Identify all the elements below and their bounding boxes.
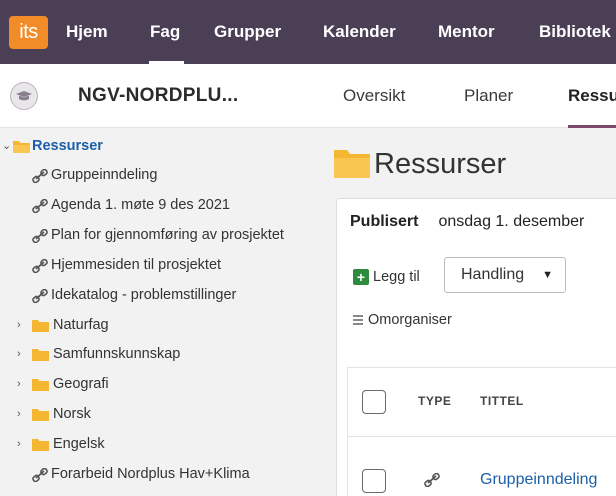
- reorganize-label: Omorganiser: [368, 312, 452, 328]
- chevron-right-icon[interactable]: ›: [17, 342, 27, 366]
- link-icon: [32, 468, 48, 482]
- course-avatar[interactable]: [10, 82, 38, 110]
- tree-item-label: Forarbeid Nordplus Hav+Klima: [51, 466, 250, 482]
- tree-item-label: Gruppeinndeling: [51, 167, 158, 183]
- nav-item-mentor[interactable]: Mentor: [438, 0, 495, 64]
- folder-icon: [334, 150, 370, 178]
- publish-info: Publisert onsdag 1. desember: [350, 213, 584, 231]
- caret-down-icon: ▼: [542, 269, 553, 281]
- tree-item-label: Geografi: [53, 376, 109, 392]
- top-nav: its Hjem Fag Grupper Kalender Mentor Bib…: [0, 0, 616, 64]
- folder-icon: [32, 349, 49, 361]
- tree-item-label: Engelsk: [53, 436, 105, 452]
- course-title[interactable]: NGV-NORDPLU...: [78, 64, 238, 127]
- page: its Hjem Fag Grupper Kalender Mentor Bib…: [0, 0, 616, 496]
- link-icon: [424, 473, 440, 487]
- action-dropdown[interactable]: Handling ▼: [444, 257, 566, 293]
- tab-oversikt[interactable]: Oversikt: [343, 64, 405, 127]
- folder-open-icon: [13, 141, 30, 153]
- column-header-type[interactable]: TYPE: [418, 394, 451, 408]
- resource-tree: ⌄ Ressurser Gruppeinndeling Agenda 1. mø…: [0, 128, 318, 496]
- folder-icon: [32, 409, 49, 421]
- tree-item-label: Agenda 1. møte 9 des 2021: [51, 197, 230, 213]
- row-title-link[interactable]: Gruppeinndeling: [480, 471, 597, 489]
- tree-item-label: Idekatalog - problemstillinger: [51, 287, 237, 303]
- reorganize-button[interactable]: Omorganiser: [353, 312, 452, 328]
- folder-icon: [32, 379, 49, 391]
- page-title: Ressurser: [374, 148, 507, 180]
- link-icon: [32, 289, 48, 303]
- tree-item-label: Norsk: [53, 406, 91, 422]
- main-content: Ressurser Publisert onsdag 1. desember + …: [318, 128, 616, 496]
- tree-item-label: Naturfag: [53, 317, 109, 333]
- select-all-checkbox[interactable]: [362, 390, 386, 414]
- nav-item-bibliotek[interactable]: Bibliotek: [539, 0, 611, 64]
- chevron-right-icon[interactable]: ›: [17, 432, 27, 456]
- action-dropdown-label: Handling: [461, 266, 525, 283]
- add-button-label: Legg til: [373, 269, 420, 285]
- chevron-right-icon[interactable]: ›: [17, 313, 27, 337]
- row-checkbox[interactable]: [362, 469, 386, 493]
- table-header: TYPE TITTEL: [347, 367, 616, 437]
- nav-item-grupper[interactable]: Grupper: [214, 0, 281, 64]
- reorder-icon: [353, 315, 363, 325]
- published-label: Publisert: [350, 213, 419, 230]
- course-header: NGV-NORDPLU... Oversikt Planer Ressurser: [0, 64, 616, 128]
- column-header-title[interactable]: TITTEL: [480, 394, 524, 408]
- link-icon: [32, 199, 48, 213]
- resource-panel: Publisert onsdag 1. desember + Legg til H…: [336, 198, 616, 496]
- link-icon: [32, 169, 48, 183]
- folder-icon: [32, 439, 49, 451]
- tree-item-label: Samfunnskunnskap: [53, 346, 181, 362]
- chevron-right-icon[interactable]: ›: [17, 372, 27, 396]
- tree-item-label: Plan for gjennomføring av prosjektet: [51, 227, 284, 243]
- folder-icon: [32, 320, 49, 332]
- table-row: Gruppeinndeling: [347, 437, 616, 496]
- nav-item-hjem[interactable]: Hjem: [66, 0, 108, 64]
- tree-item-label: Hjemmesiden til prosjektet: [51, 257, 222, 273]
- its-logo[interactable]: its: [9, 16, 48, 49]
- link-icon: [32, 259, 48, 273]
- plus-icon: +: [353, 269, 369, 285]
- tab-planer[interactable]: Planer: [464, 64, 513, 127]
- published-date: onsdag 1. desember: [438, 213, 585, 230]
- link-icon: [32, 229, 48, 243]
- nav-item-fag[interactable]: Fag: [150, 0, 180, 64]
- tab-ressurser[interactable]: Ressurser: [568, 64, 616, 127]
- chevron-right-icon[interactable]: ›: [17, 402, 27, 426]
- add-button[interactable]: + Legg til: [353, 267, 420, 287]
- graduation-cap-icon: [16, 91, 32, 101]
- tree-root-label: Ressurser: [32, 138, 103, 154]
- chevron-down-icon[interactable]: ⌄: [2, 134, 12, 158]
- nav-item-kalender[interactable]: Kalender: [323, 0, 396, 64]
